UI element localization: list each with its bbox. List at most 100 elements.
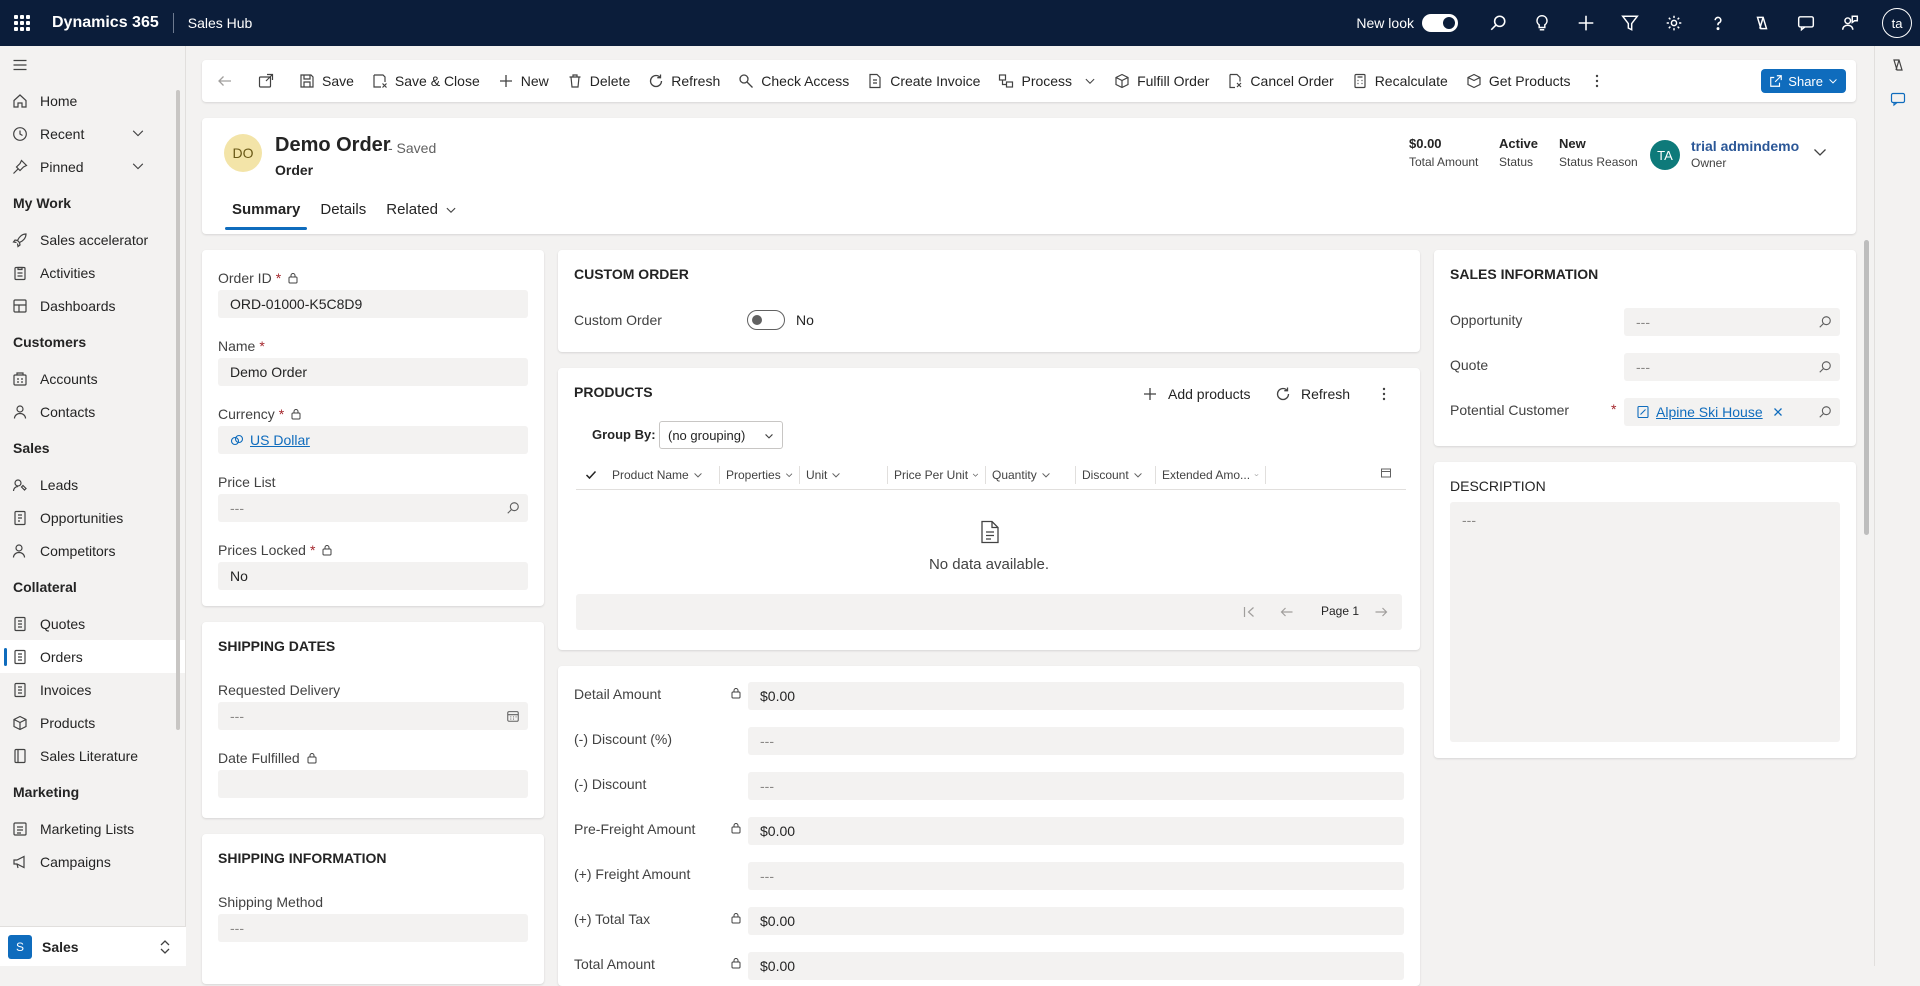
back-button[interactable] [208,60,249,102]
owner-link[interactable]: trial admindemo [1691,138,1799,154]
process-button[interactable]: Process [989,60,1105,102]
sidebar-scrollbar[interactable] [176,90,180,730]
tab-details[interactable]: Details [310,190,376,230]
opportunity-field[interactable]: --- [1624,308,1840,336]
chevron-down-icon[interactable] [131,159,145,173]
conversations-pane-button[interactable] [1875,82,1920,116]
discount-field[interactable]: --- [748,772,1404,800]
next-page-icon[interactable] [1374,605,1388,619]
main-scrollbar[interactable] [1864,240,1869,535]
group-by-dropdown[interactable]: (no grouping) [659,421,783,449]
copilot-pane-button[interactable] [1875,48,1920,82]
calendar-icon[interactable] [506,709,520,723]
discount-percent-field[interactable]: --- [748,727,1404,755]
sidebar-item-dashboards[interactable]: Dashboards [0,289,185,322]
chevron-down-icon[interactable] [131,126,145,140]
create-invoice-button[interactable]: Create Invoice [858,60,989,102]
refresh-button[interactable]: Refresh [639,60,729,102]
column-header-extended-amount[interactable]: Extended Amo... [1156,465,1266,484]
clock-icon [13,126,27,141]
fulfill-order-button[interactable]: Fulfill Order [1105,60,1218,102]
sidebar-item-campaigns[interactable]: Campaigns [0,845,185,878]
potential-customer-link[interactable]: Alpine Ski House [1656,404,1763,420]
sidebar-item-recent[interactable]: Recent [0,117,185,150]
sidebar-item-leads[interactable]: Leads [0,468,185,501]
area-switcher[interactable]: S Sales [0,926,186,966]
search-icon[interactable] [506,501,520,515]
column-header-price-per-unit[interactable]: Price Per Unit [888,465,986,484]
app-launcher-button[interactable] [0,0,44,46]
sidebar-item-contacts[interactable]: Contacts [0,395,185,428]
remove-icon[interactable] [1773,407,1783,417]
sidebar-item-quotes[interactable]: Quotes [0,607,185,640]
sitemap-toggle-button[interactable] [0,46,185,84]
check-access-button[interactable]: Check Access [729,60,858,102]
save-close-button[interactable]: Save & Close [363,60,489,102]
sidebar-item-competitors[interactable]: Competitors [0,534,185,567]
sidebar-item-marketing-lists[interactable]: Marketing Lists [0,812,185,845]
assistant-button[interactable] [1520,0,1564,46]
sidebar-item-sales-accelerator[interactable]: Sales accelerator [0,223,185,256]
products-refresh-button[interactable]: Refresh [1275,386,1350,402]
open-new-window-button[interactable] [249,60,290,102]
user-avatar[interactable]: ta [1882,8,1912,38]
sidebar-item-label: Sales accelerator [40,231,149,248]
advanced-find-button[interactable] [1608,0,1652,46]
save-button[interactable]: Save [290,60,363,102]
tab-summary[interactable]: Summary [222,190,310,230]
recalculate-button[interactable]: Recalculate [1343,60,1457,102]
document-icon [981,520,999,544]
search-icon[interactable] [1818,405,1832,419]
app-name[interactable]: Dynamics 365 [44,13,174,33]
quote-field[interactable]: --- [1624,353,1840,381]
sidebar-item-products[interactable]: Products [0,706,185,739]
sidebar-item-home[interactable]: Home [0,84,185,117]
column-header-unit[interactable]: Unit [800,465,888,484]
area-name[interactable]: Sales Hub [174,15,253,31]
previous-page-icon[interactable] [1280,605,1294,619]
sidebar-item-accounts[interactable]: Accounts [0,362,185,395]
currency-link[interactable]: US Dollar [250,432,310,448]
first-page-icon[interactable] [1242,605,1256,619]
potential-customer-field[interactable]: Alpine Ski House [1624,398,1840,426]
freight-amount-field[interactable]: --- [748,862,1404,890]
price-list-field[interactable]: --- [218,494,528,522]
expand-header-chevron-icon[interactable] [1812,144,1828,160]
column-header-quantity[interactable]: Quantity [986,465,1076,484]
new-button[interactable]: New [489,60,558,102]
delete-button[interactable]: Delete [558,60,639,102]
column-header-properties[interactable]: Properties [720,465,800,484]
name-field[interactable]: Demo Order [218,358,528,386]
search-button[interactable] [1476,0,1520,46]
teams-chat-button[interactable] [1784,0,1828,46]
search-icon[interactable] [1818,315,1832,329]
quick-create-button[interactable] [1564,0,1608,46]
column-header-discount[interactable]: Discount [1076,465,1156,484]
sidebar-item-opportunities[interactable]: Opportunities [0,501,185,534]
new-look-toggle[interactable] [1422,14,1458,32]
tab-related[interactable]: Related [376,190,467,230]
add-products-button[interactable]: Add products [1142,386,1251,402]
products-more-button[interactable] [1376,386,1402,402]
sidebar-item-invoices[interactable]: Invoices [0,673,185,706]
description-textarea[interactable]: --- [1450,502,1840,742]
cancel-order-button[interactable]: Cancel Order [1218,60,1342,102]
remote-assist-button[interactable] [1828,0,1872,46]
sidebar-item-sales-literature[interactable]: Sales Literature [0,739,185,772]
custom-order-toggle[interactable] [747,310,785,330]
settings-button[interactable] [1652,0,1696,46]
copilot-button[interactable] [1740,0,1784,46]
shipping-method-field[interactable]: --- [218,914,528,942]
sidebar-item-pinned[interactable]: Pinned [0,150,185,183]
requested-delivery-field[interactable]: --- [218,702,528,730]
column-header-product-name[interactable]: Product Name [606,465,720,484]
sidebar-item-activities[interactable]: Activities [0,256,185,289]
column-settings-button[interactable] [1380,467,1392,482]
get-products-button[interactable]: Get Products [1457,60,1580,102]
help-button[interactable] [1696,0,1740,46]
sidebar-item-orders[interactable]: Orders [0,640,185,673]
share-button[interactable]: Share [1761,69,1846,93]
search-icon[interactable] [1818,360,1832,374]
select-all-checkbox[interactable] [576,469,606,481]
more-commands-button[interactable] [1580,60,1621,102]
